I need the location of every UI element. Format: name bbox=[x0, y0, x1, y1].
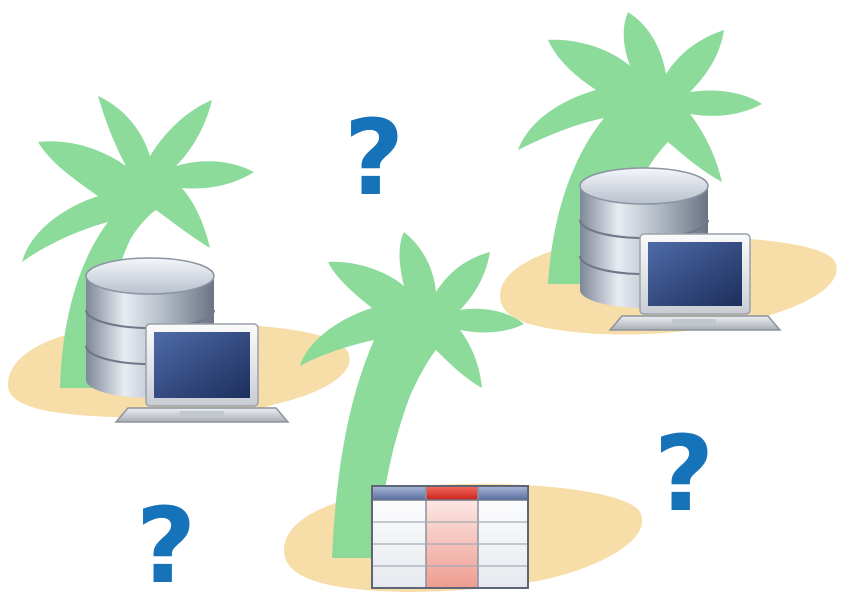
table-icon bbox=[371, 485, 529, 589]
question-mark-icon: ? bbox=[654, 413, 714, 535]
island-group-left bbox=[8, 96, 350, 423]
island-group-right bbox=[500, 12, 837, 335]
question-mark-icon: ? bbox=[344, 97, 404, 219]
disconnected-islands-illustration: ? ? ? bbox=[8, 12, 837, 602]
question-mark-icon: ? bbox=[136, 485, 196, 602]
